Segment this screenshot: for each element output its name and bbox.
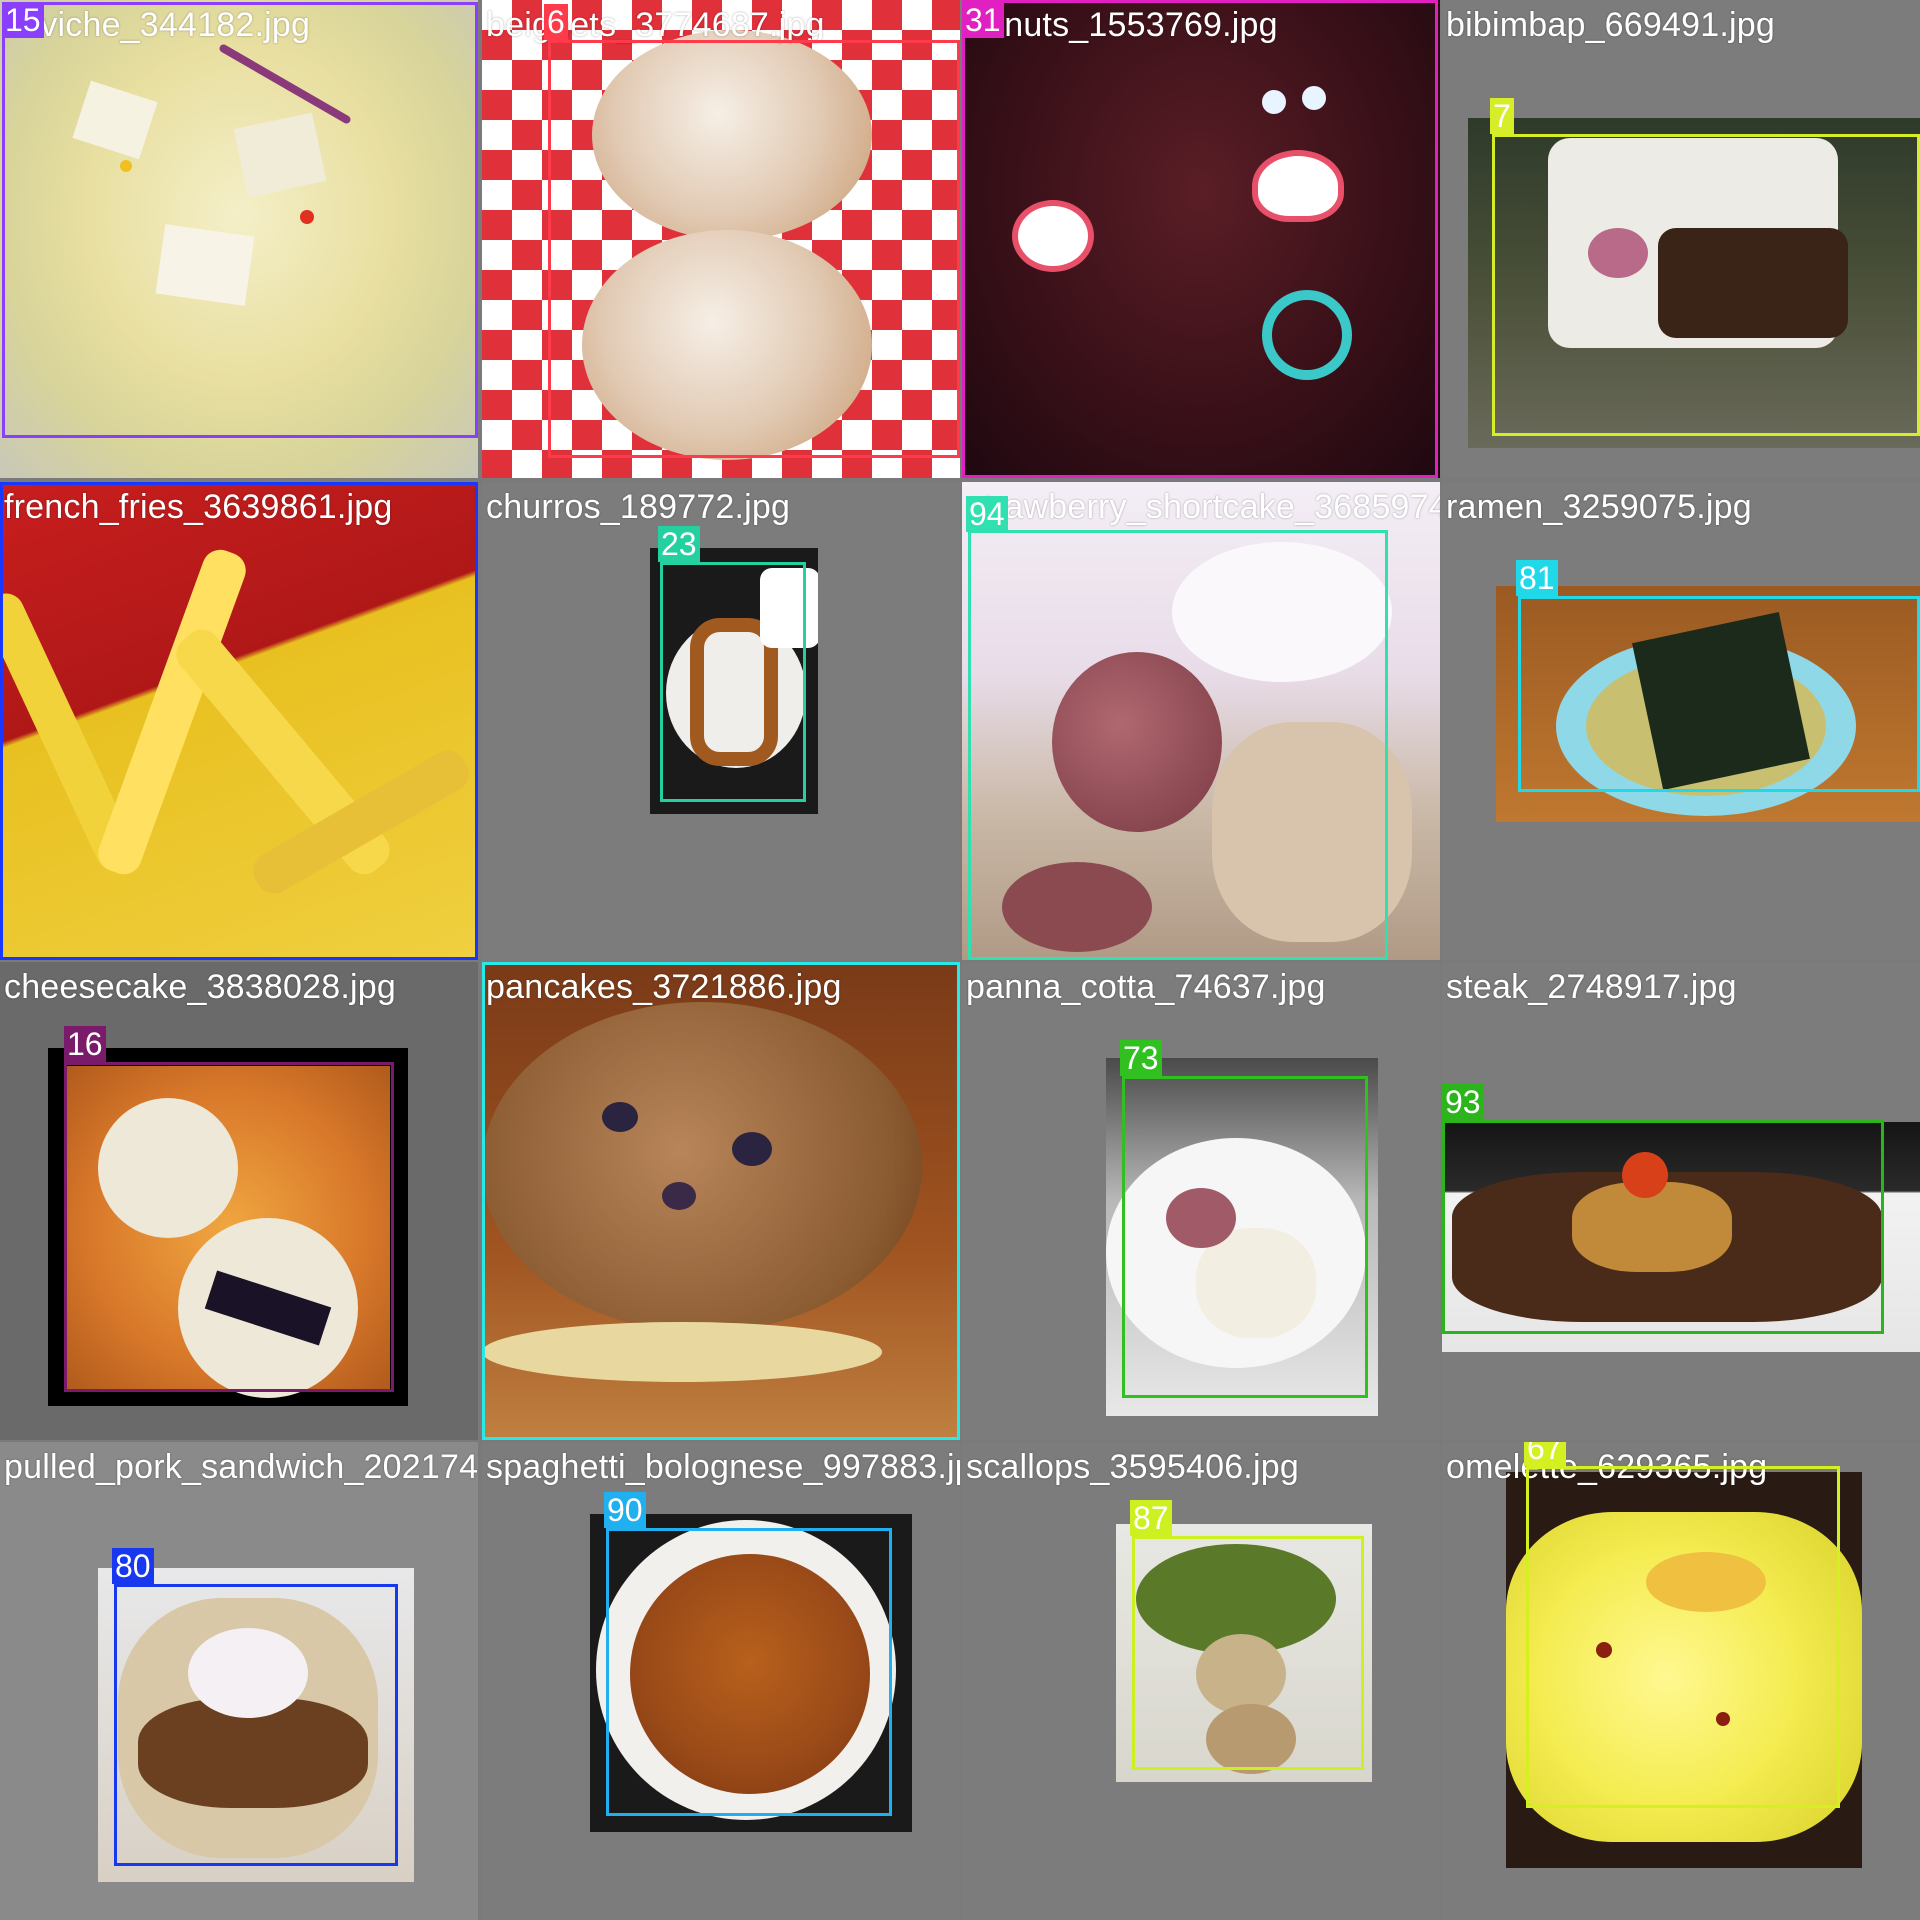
tile-pulled-pork: pulled_pork_sandwich_2021742.jpg 80: [0, 1442, 478, 1920]
detection-box: [1442, 1120, 1884, 1334]
class-id-label: 87: [1130, 1500, 1172, 1536]
detection-box: [1132, 1536, 1364, 1770]
image-filename: ramen_3259075.jpg: [1446, 488, 1752, 526]
class-id-label: 93: [1442, 1084, 1484, 1120]
detection-box: [1526, 1466, 1840, 1808]
detection-box: [64, 1062, 394, 1392]
detection-box: [660, 562, 806, 802]
tile-scallops: scallops_3595406.jpg 87: [962, 1442, 1440, 1920]
detection-box: [1492, 134, 1920, 436]
class-id-label: 7: [1490, 98, 1514, 134]
image-filename: spaghetti_bolognese_997883.jpg: [486, 1448, 960, 1486]
image-filename: churros_189772.jpg: [486, 488, 791, 526]
tile-ceviche: ceviche_344182.jpg 15: [0, 0, 478, 478]
mosaic-grid: ceviche_344182.jpg 15 beignets_3774687.j…: [0, 0, 1920, 1920]
detection-box: [482, 962, 960, 1440]
detection-box: [962, 0, 1438, 478]
class-id-label: 67: [1524, 1442, 1566, 1466]
image-filename: bibimbap_669491.jpg: [1446, 6, 1775, 44]
class-id-label: 80: [112, 1548, 154, 1584]
tile-beignets: beignets_3774687.jpg 6: [482, 0, 960, 478]
tile-donuts: donuts_1553769.jpg 31: [962, 0, 1440, 478]
detection-box: [0, 482, 478, 960]
image-filename: cheesecake_3838028.jpg: [4, 968, 396, 1006]
class-id-label: 15: [2, 2, 44, 38]
tile-french-fries: french_fries_3639861.jpg 40: [0, 482, 478, 960]
image-filename: strawberry_shortcake_3685974.jpg: [966, 488, 1440, 526]
detection-box: [2, 2, 478, 438]
tile-panna-cotta: panna_cotta_74637.jpg 73: [962, 962, 1440, 1440]
image-filename: scallops_3595406.jpg: [966, 1448, 1299, 1486]
tile-bibimbap: bibimbap_669491.jpg 7: [1442, 0, 1920, 478]
class-id-label: 6: [544, 4, 568, 40]
class-id-label: 23: [658, 526, 700, 562]
detection-box: [548, 40, 960, 458]
image-filename: pulled_pork_sandwich_2021742.jpg: [4, 1448, 478, 1486]
class-id-label: 94: [966, 496, 1008, 532]
detection-box: [1518, 596, 1920, 792]
image-filename: steak_2748917.jpg: [1446, 968, 1737, 1006]
detection-box: [1122, 1076, 1368, 1398]
class-id-label: 73: [1120, 1040, 1162, 1076]
class-id-label: 31: [962, 2, 1004, 38]
tile-cheesecake: cheesecake_3838028.jpg 16: [0, 962, 478, 1440]
image-filename: panna_cotta_74637.jpg: [966, 968, 1326, 1006]
class-id-label: 90: [604, 1492, 646, 1528]
tile-churros: churros_189772.jpg 23: [482, 482, 960, 960]
class-id-label: 16: [64, 1026, 106, 1062]
class-id-label: 81: [1516, 560, 1558, 596]
tile-strawberry-shortcake: strawberry_shortcake_3685974.jpg 94: [962, 482, 1440, 960]
tile-spaghetti-bolognese: spaghetti_bolognese_997883.jpg 90: [482, 1442, 960, 1920]
detection-box: [968, 530, 1388, 960]
tile-steak: steak_2748917.jpg 93: [1442, 962, 1920, 1440]
tile-omelette: omelette_629365.jpg 67: [1442, 1442, 1920, 1920]
detection-box: [606, 1528, 892, 1816]
tile-ramen: ramen_3259075.jpg 81: [1442, 482, 1920, 960]
detection-box: [114, 1584, 398, 1866]
tile-pancakes: pancakes_3721886.jpg 72: [482, 962, 960, 1440]
